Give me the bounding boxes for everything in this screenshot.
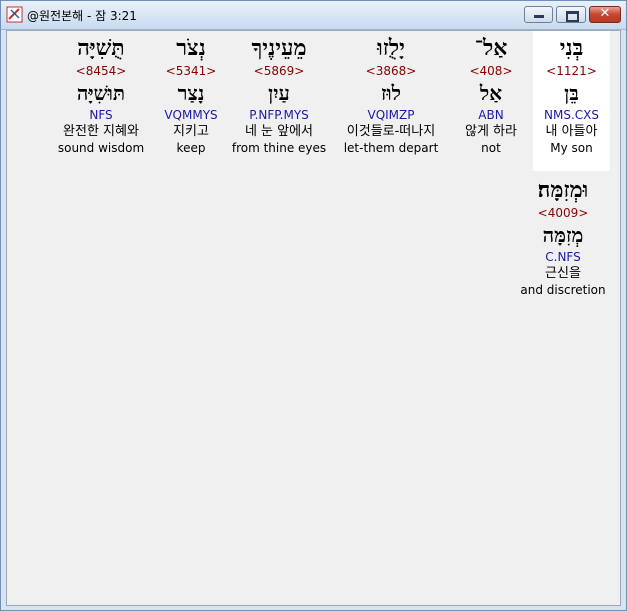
close-button[interactable]: ✕ — [589, 6, 621, 23]
korean-gloss: 지키고 — [173, 124, 209, 139]
strongs-number[interactable]: <3868> — [332, 63, 450, 79]
korean-gloss: 완전한 지혜와 — [63, 124, 139, 139]
strongs-number[interactable]: <408> — [454, 63, 528, 79]
parsing-code[interactable]: NMS.CXS — [533, 107, 610, 123]
hebrew-lemma: עַיִן — [268, 81, 290, 105]
hebrew-lemma: אַל — [479, 81, 503, 105]
word-block-1121[interactable]: בְּנִי <1121> בֵּן NMS.CXS 내 아들아 My son — [533, 31, 610, 171]
strongs-number[interactable]: <5869> — [230, 63, 328, 79]
hebrew-lemma: בֵּן — [564, 81, 579, 105]
word-block-3868[interactable]: יָלֻזוּ <3868> לוּז VQIMZP 이것들로-떠나지 let-… — [332, 31, 450, 171]
korean-gloss: 않게 하라 — [465, 124, 517, 139]
english-gloss: sound wisdom — [57, 141, 145, 155]
parsing-code[interactable]: VQIMZP — [332, 107, 450, 123]
korean-gloss: 내 아들아 — [545, 124, 598, 139]
korean-gloss: 근신을 — [545, 266, 581, 281]
hebrew-word: יָלֻזוּ — [377, 35, 405, 61]
english-gloss: keep — [176, 141, 206, 155]
word-block-4009[interactable]: וּמְזִמָּה׃ <4009> מְזִמָּה C.NFS 근신을 an… — [515, 173, 611, 311]
english-gloss: from thine eyes — [231, 141, 327, 155]
parsing-code[interactable]: P.NFP.MYS — [230, 107, 328, 123]
strongs-number[interactable]: <4009> — [515, 205, 611, 221]
hebrew-word: אַל־ — [474, 35, 508, 61]
korean-gloss: 네 눈 앞에서 — [244, 124, 314, 139]
parsing-code[interactable]: C.NFS — [515, 249, 611, 265]
hebrew-word: תֻּשִׁיָּה — [77, 35, 125, 61]
korean-gloss: 이것들로-떠나지 — [346, 124, 436, 139]
parsing-code[interactable]: VQMMYS — [157, 107, 225, 123]
word-block-408[interactable]: אַל־ <408> אַל ABN 않게 하라 not — [454, 31, 528, 171]
english-gloss: and discretion — [520, 283, 606, 297]
strongs-number[interactable]: <5341> — [157, 63, 225, 79]
parsing-code[interactable]: NFS — [51, 107, 151, 123]
english-gloss: let-them depart — [343, 141, 439, 155]
minimize-button[interactable] — [524, 6, 553, 23]
english-gloss: not — [481, 141, 501, 155]
window-title: @원전본해 - 잠 3:21 — [27, 9, 137, 23]
hebrew-word: וּמְזִמָּה׃ — [537, 177, 589, 203]
word-block-5869[interactable]: מֵעֵינֶיךָ <5869> עַיִן P.NFP.MYS 네 눈 앞에… — [230, 31, 328, 171]
hebrew-lemma: מְזִמָּה — [542, 223, 584, 247]
hebrew-lemma: תּוּשִׁיָּה — [76, 81, 126, 105]
hebrew-word: בְּנִי — [559, 35, 584, 61]
english-gloss: My son — [550, 141, 593, 155]
hebrew-word: מֵעֵינֶיךָ — [251, 35, 307, 61]
app-icon — [6, 6, 23, 23]
interlinear-view[interactable]: בְּנִי <1121> בֵּן NMS.CXS 내 아들아 My son … — [6, 30, 621, 606]
hebrew-lemma: לוּז — [380, 81, 402, 105]
parsing-code[interactable]: ABN — [454, 107, 528, 123]
app-window: @원전본해 - 잠 3:21 ✕ בְּנִי <1121> בֵּן NMS.… — [0, 0, 627, 611]
close-icon: ✕ — [599, 6, 611, 21]
word-block-5341[interactable]: נְצֹר <5341> נָצַר VQMMYS 지키고 keep — [157, 31, 225, 171]
word-block-8454[interactable]: תֻּשִׁיָּה <8454> תּוּשִׁיָּה NFS 완전한 지혜… — [51, 31, 151, 171]
strongs-number[interactable]: <1121> — [533, 63, 610, 79]
title-bar[interactable]: @원전본해 - 잠 3:21 ✕ — [1, 1, 626, 30]
hebrew-lemma: נָצַר — [177, 81, 205, 105]
hebrew-word: נְצֹר — [176, 35, 206, 61]
strongs-number[interactable]: <8454> — [51, 63, 151, 79]
maximize-button[interactable] — [556, 6, 586, 23]
